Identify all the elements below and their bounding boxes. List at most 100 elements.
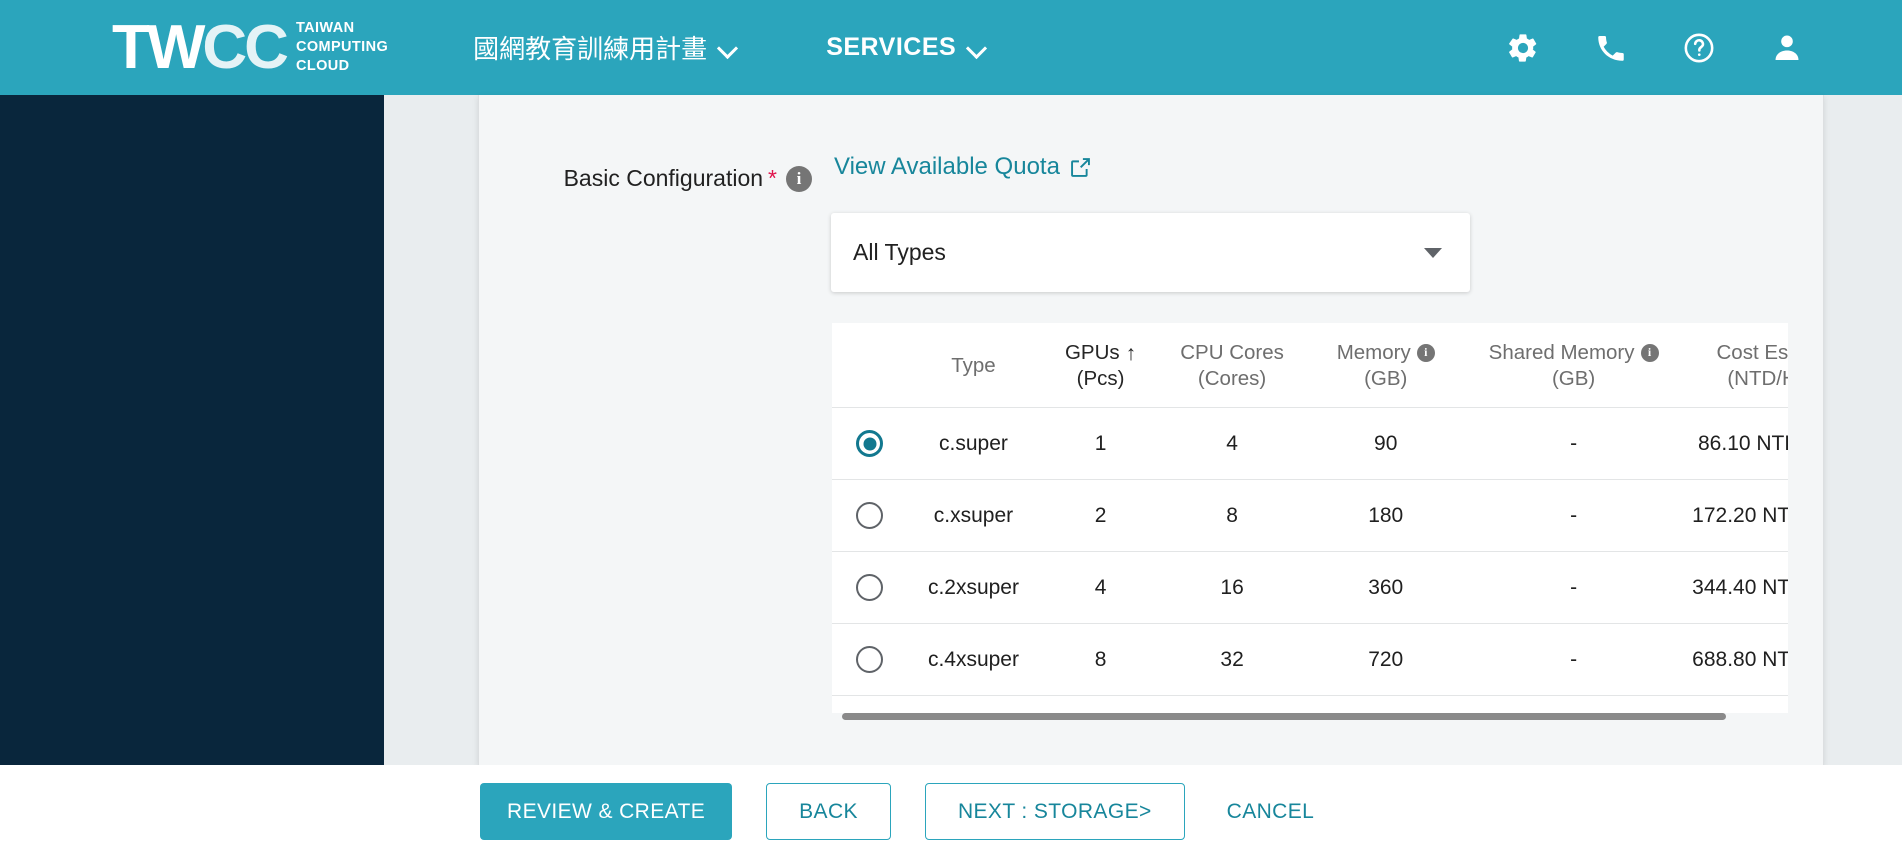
table-horizontal-scrollbar[interactable] — [842, 713, 1772, 720]
view-available-quota-label: View Available Quota — [834, 153, 1060, 180]
row-select-cell[interactable] — [832, 479, 908, 553]
column-header-type[interactable]: Type — [907, 323, 1040, 409]
cell-memory: 180 — [1302, 479, 1469, 553]
column-header-cpu-cores-label: CPU Cores — [1180, 341, 1284, 364]
column-header-gpus-unit: (Pcs) — [1076, 367, 1125, 391]
chevron-down-icon — [1424, 247, 1442, 258]
top-nav-icon-group — [1506, 0, 1804, 95]
cell-cost-estimate: 86.10 NTD / Hour — [1678, 407, 1788, 481]
gear-icon[interactable] — [1506, 31, 1540, 65]
back-button[interactable]: BACK — [766, 783, 891, 840]
column-header-memory[interactable]: Memory i (GB) — [1302, 323, 1469, 409]
cell-type: c.4xsuper — [907, 623, 1040, 697]
wizard-action-bar: REVIEW & CREATE BACK NEXT : STORAGE> CAN… — [0, 765, 1902, 858]
column-header-memory-label: Memory — [1336, 341, 1411, 364]
services-menu[interactable]: SERVICES — [826, 33, 985, 62]
column-header-cpu-cores[interactable]: CPU Cores (Cores) — [1161, 323, 1303, 409]
twcc-logo[interactable]: TWCC TAIWAN COMPUTING CLOUD — [112, 16, 388, 78]
scrollbar-thumb[interactable] — [842, 713, 1726, 720]
cell-shared-memory: - — [1468, 479, 1679, 553]
type-filter-select[interactable]: All Types — [831, 213, 1470, 292]
type-filter-value: All Types — [853, 239, 946, 265]
column-header-type-label: Type — [951, 354, 996, 378]
flavor-radio-button[interactable] — [856, 646, 884, 674]
cell-cpu-cores: 4 — [1161, 407, 1303, 481]
column-header-memory-unit: (GB) — [1364, 367, 1408, 391]
column-header-shared-memory-label: Shared Memory — [1488, 341, 1635, 364]
external-link-icon — [1069, 156, 1092, 179]
project-selector[interactable]: 國網教育訓練用計畫 — [473, 29, 736, 66]
required-marker: * — [768, 165, 777, 191]
top-navigation-bar: TWCC TAIWAN COMPUTING CLOUD 國網教育訓練用計畫 SE… — [0, 0, 1902, 95]
cell-gpus: 2 — [1039, 479, 1162, 553]
row-select-cell[interactable] — [832, 551, 908, 625]
cancel-button[interactable]: CANCEL — [1219, 783, 1323, 840]
flavor-table: Type GPUs ↑ (Pcs) CPU Cores (Cores) Memo… — [832, 323, 1788, 697]
column-header-cpu-cores-unit: (Cores) — [1197, 367, 1267, 391]
logo-subtitle-line1: TAIWAN — [295, 20, 355, 37]
cell-cpu-cores: 16 — [1161, 551, 1303, 625]
cell-type: c.2xsuper — [907, 551, 1040, 625]
phone-icon[interactable] — [1594, 31, 1628, 65]
flavor-table-header: Type GPUs ↑ (Pcs) CPU Cores (Cores) Memo… — [832, 323, 1788, 409]
logo-subtitle-line2: COMPUTING — [295, 39, 389, 56]
flavor-radio-button[interactable] — [856, 574, 884, 602]
flavor-table-scroll-container[interactable]: Type GPUs ↑ (Pcs) CPU Cores (Cores) Memo… — [832, 323, 1788, 713]
user-icon[interactable] — [1770, 31, 1804, 65]
logo-mark-cc: CC — [202, 12, 289, 82]
cell-memory: 360 — [1302, 551, 1469, 625]
logo-mark-tw: TW — [112, 12, 205, 82]
cell-gpus: 1 — [1039, 407, 1162, 481]
logo-subtitle-line3: CLOUD — [295, 57, 350, 74]
cell-cost-estimate: 172.20 NTD / Hour — [1678, 479, 1788, 553]
info-icon[interactable]: i — [1640, 344, 1659, 363]
column-header-cost-estimate[interactable]: Cost Estimate (NTD/Hour) — [1678, 323, 1788, 409]
flavor-radio-button[interactable] — [856, 502, 884, 530]
table-row[interactable]: c.2xsuper 4 16 360 - 344.40 NTD / Hour — [832, 551, 1788, 625]
project-selector-label: 國網教育訓練用計畫 — [473, 34, 708, 64]
view-available-quota-link[interactable]: View Available Quota — [834, 153, 1092, 181]
cell-shared-memory: - — [1468, 551, 1679, 625]
left-sidebar — [0, 95, 384, 765]
cell-cost-estimate: 344.40 NTD / Hour — [1678, 551, 1788, 625]
table-row[interactable]: c.4xsuper 8 32 720 - 688.80 NTD / Hour — [832, 623, 1788, 697]
info-icon[interactable]: i — [1416, 344, 1435, 363]
cell-gpus: 4 — [1039, 551, 1162, 625]
info-icon[interactable]: i — [786, 165, 812, 192]
column-header-cost-estimate-unit: (NTD/Hour) — [1727, 367, 1788, 391]
cell-cpu-cores: 32 — [1161, 623, 1303, 697]
services-menu-label: SERVICES — [826, 33, 957, 61]
row-select-cell[interactable] — [832, 623, 908, 697]
cell-type: c.super — [907, 407, 1040, 481]
column-header-gpus[interactable]: GPUs ↑ (Pcs) — [1039, 323, 1162, 409]
cell-memory: 90 — [1302, 407, 1469, 481]
cell-shared-memory: - — [1468, 623, 1679, 697]
cell-cpu-cores: 8 — [1161, 479, 1303, 553]
next-storage-button[interactable]: NEXT : STORAGE> — [924, 783, 1185, 840]
question-circle-icon[interactable] — [1682, 31, 1716, 65]
logo-subtitle: TAIWAN COMPUTING CLOUD — [296, 19, 388, 76]
flavor-table-body: c.super 1 4 90 - 86.10 NTD / Hour c.xsup… — [832, 407, 1788, 697]
basic-configuration-label-group: Basic Configuration * i — [517, 165, 812, 192]
table-row[interactable]: c.super 1 4 90 - 86.10 NTD / Hour — [832, 407, 1788, 481]
column-header-cost-estimate-label: Cost Estimate — [1716, 341, 1788, 364]
table-row[interactable]: c.xsuper 2 8 180 - 172.20 NTD / Hour — [832, 479, 1788, 553]
flavor-radio-button[interactable] — [856, 430, 884, 458]
table-header-row: Type GPUs ↑ (Pcs) CPU Cores (Cores) Memo… — [832, 323, 1788, 409]
chevron-down-icon — [968, 39, 985, 56]
page-section-title: Basic Configuration — [563, 165, 764, 191]
configuration-panel: Basic Configuration * i View Available Q… — [478, 95, 1824, 765]
sort-ascending-icon: ↑ — [1125, 341, 1137, 365]
column-header-select — [832, 323, 908, 409]
logo-wordmark: TWCC — [112, 16, 289, 78]
chevron-down-icon — [719, 39, 736, 56]
cell-type: c.xsuper — [907, 479, 1040, 553]
column-header-gpus-label: GPUs — [1064, 341, 1120, 364]
review-and-create-button[interactable]: REVIEW & CREATE — [480, 783, 733, 840]
column-header-shared-memory-unit: (GB) — [1551, 367, 1596, 391]
cell-gpus: 8 — [1039, 623, 1162, 697]
cell-shared-memory: - — [1468, 407, 1679, 481]
cell-cost-estimate: 688.80 NTD / Hour — [1678, 623, 1788, 697]
column-header-shared-memory[interactable]: Shared Memory i (GB) — [1468, 323, 1679, 409]
row-select-cell[interactable] — [832, 407, 908, 481]
